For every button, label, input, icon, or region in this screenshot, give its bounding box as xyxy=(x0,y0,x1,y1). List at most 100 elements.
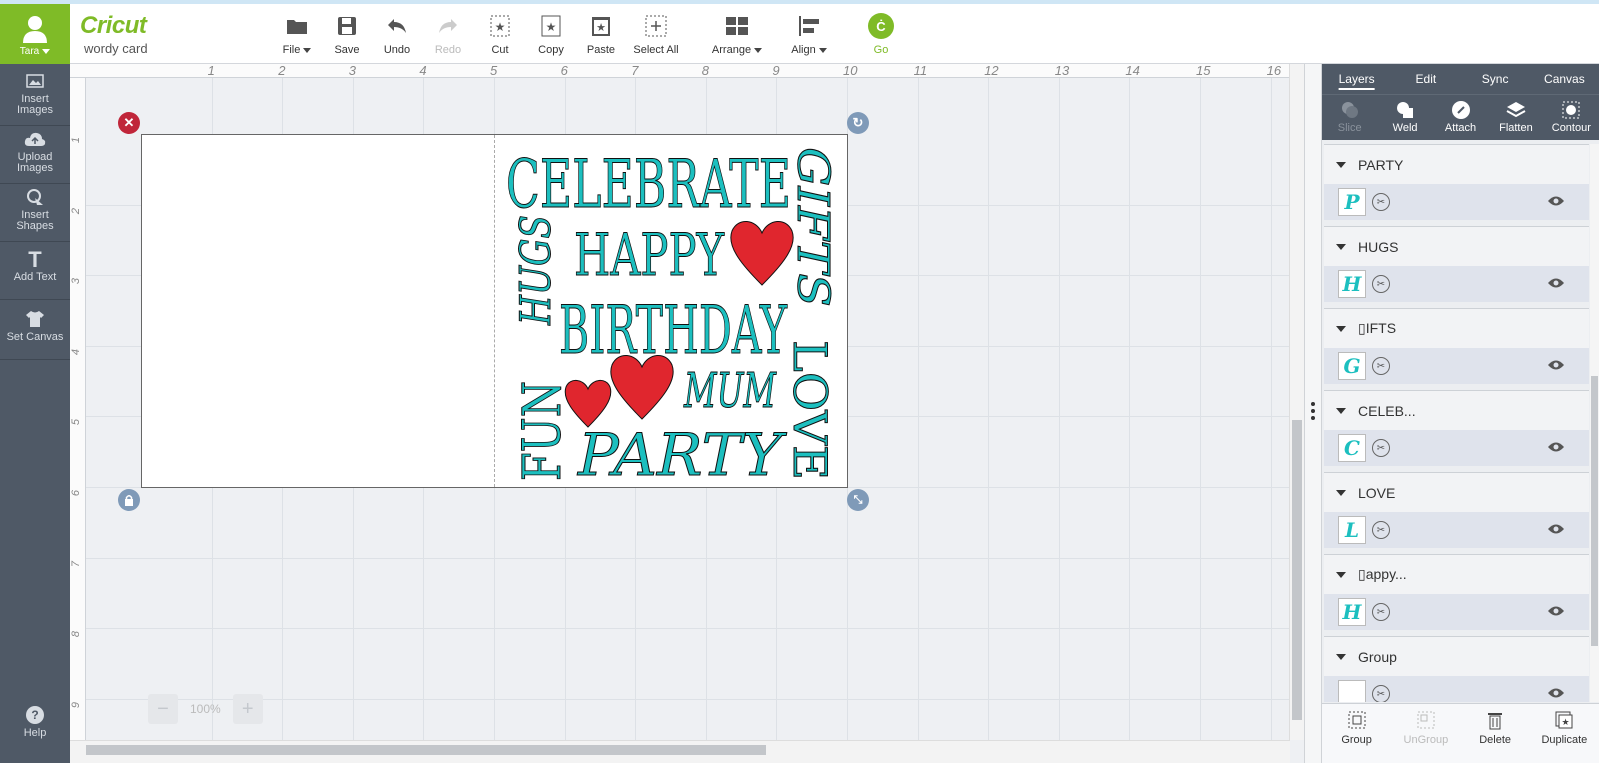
zoom-level: 100% xyxy=(190,702,221,716)
grid-line xyxy=(988,78,990,740)
eye-icon[interactable] xyxy=(1547,605,1565,617)
delete-handle[interactable]: ✕ xyxy=(118,112,140,134)
scroll-thumb[interactable] xyxy=(1591,376,1598,646)
word-celebrate[interactable]: CELEBRATE xyxy=(506,146,792,224)
slice-button[interactable]: Slice xyxy=(1322,95,1377,140)
word-art[interactable]: CELEBRATE HAPPY BIRTHDAY HUGS GIFTS LOVE… xyxy=(494,135,848,488)
tab-canvas[interactable]: Canvas xyxy=(1530,64,1599,94)
word-party[interactable]: PARTY xyxy=(576,421,787,488)
undo-button[interactable]: Undo xyxy=(382,12,412,56)
layer-item[interactable]: Group ✂ xyxy=(1324,636,1589,702)
layer-thumbnail: P xyxy=(1338,188,1366,216)
word-love[interactable]: LOVE xyxy=(783,340,838,481)
cut-setting-icon[interactable]: ✂ xyxy=(1372,603,1390,621)
layer-item[interactable]: LOVE L ✂ xyxy=(1324,472,1589,554)
collapse-icon[interactable] xyxy=(1336,571,1346,578)
cut-button[interactable]: ★ Cut xyxy=(488,12,512,56)
user-menu[interactable]: Tara xyxy=(0,4,70,64)
delete-button[interactable]: Delete xyxy=(1461,704,1530,763)
cut-setting-icon[interactable]: ✂ xyxy=(1372,685,1390,702)
cut-setting-icon[interactable]: ✂ xyxy=(1372,521,1390,539)
scroll-thumb[interactable] xyxy=(1292,420,1302,720)
ruler-tick-label: 6 xyxy=(560,64,568,78)
card-design[interactable]: CELEBRATE HAPPY BIRTHDAY HUGS GIFTS LOVE… xyxy=(141,134,848,488)
select-all-label: Select All xyxy=(633,44,679,56)
collapse-icon[interactable] xyxy=(1336,243,1346,250)
flatten-button[interactable]: Flatten xyxy=(1488,95,1543,140)
copy-button[interactable]: ★ Copy xyxy=(536,12,566,56)
arrange-icon xyxy=(726,17,748,35)
cut-setting-icon[interactable]: ✂ xyxy=(1372,193,1390,211)
tab-sync[interactable]: Sync xyxy=(1461,64,1530,94)
eye-icon[interactable] xyxy=(1547,359,1565,371)
word-mum[interactable]: MUM xyxy=(683,363,778,420)
cut-setting-icon[interactable]: ✂ xyxy=(1372,439,1390,457)
panel-splitter[interactable] xyxy=(1304,64,1322,763)
rotate-handle[interactable]: ↻ xyxy=(847,112,869,134)
cut-setting-icon[interactable]: ✂ xyxy=(1372,275,1390,293)
eye-icon[interactable] xyxy=(1547,523,1565,535)
collapse-icon[interactable] xyxy=(1336,407,1346,414)
user-icon xyxy=(23,16,47,43)
layer-thumbnail xyxy=(1338,680,1366,702)
insert-images-label-2: Images xyxy=(16,104,54,116)
word-fun[interactable]: FUN xyxy=(513,381,574,482)
zoom-in-button[interactable]: + xyxy=(232,694,263,724)
word-hugs[interactable]: HUGS xyxy=(511,215,561,327)
file-menu-button[interactable]: File xyxy=(280,12,314,56)
arrange-menu-button[interactable]: Arrange xyxy=(710,12,764,56)
add-text-button[interactable]: T Add Text xyxy=(0,244,70,300)
weld-button[interactable]: Weld xyxy=(1377,95,1432,140)
select-all-button[interactable]: Select All xyxy=(631,12,681,56)
layer-item[interactable]: HUGS H ✂ xyxy=(1324,226,1589,308)
cut-setting-icon[interactable]: ✂ xyxy=(1372,357,1390,375)
contour-button[interactable]: Contour xyxy=(1544,95,1599,140)
collapse-icon[interactable] xyxy=(1336,161,1346,168)
left-ruler: 1 2 3 4 5 6 7 8 9 xyxy=(70,78,86,740)
layer-item[interactable]: ▯appy... H ✂ xyxy=(1324,554,1589,636)
attach-button[interactable]: Attach xyxy=(1433,95,1488,140)
ruler-tick-label: 9 xyxy=(70,701,83,708)
insert-shapes-button[interactable]: Insert Shapes xyxy=(0,186,70,242)
canvas-vertical-scrollbar[interactable] xyxy=(1289,64,1304,740)
word-gifts[interactable]: GIFTS xyxy=(787,147,839,308)
collapse-icon[interactable] xyxy=(1336,489,1346,496)
redo-button[interactable]: Redo xyxy=(433,12,463,56)
layer-item[interactable]: ▯IFTS G ✂ xyxy=(1324,308,1589,390)
zoom-out-button[interactable]: − xyxy=(148,694,178,724)
ungroup-button[interactable]: UnGroup xyxy=(1391,704,1460,763)
set-canvas-button[interactable]: Set Canvas xyxy=(0,304,70,360)
panel-tabs: Layers Edit Sync Canvas xyxy=(1322,64,1599,94)
eye-icon[interactable] xyxy=(1547,195,1565,207)
heart-large[interactable] xyxy=(730,221,794,286)
design-canvas[interactable]: 1234567891011121314151617 123456789 CELE… xyxy=(70,64,1304,740)
eye-icon[interactable] xyxy=(1547,277,1565,289)
align-menu-button[interactable]: Align xyxy=(788,12,830,56)
collapse-icon[interactable] xyxy=(1336,653,1346,660)
tab-layers[interactable]: Layers xyxy=(1322,64,1391,94)
canvas-horizontal-scrollbar[interactable] xyxy=(70,740,1290,763)
close-icon: ✕ xyxy=(123,115,135,130)
redo-label: Redo xyxy=(434,44,462,56)
eye-icon[interactable] xyxy=(1547,441,1565,453)
layers-scrollbar[interactable] xyxy=(1590,144,1599,702)
lock-handle[interactable] xyxy=(118,489,140,511)
layer-item[interactable]: CELEB... C ✂ xyxy=(1324,390,1589,472)
save-button[interactable]: Save xyxy=(332,12,362,56)
scroll-thumb[interactable] xyxy=(86,745,766,755)
upload-images-button[interactable]: Upload Images xyxy=(0,128,70,184)
collapse-icon[interactable] xyxy=(1336,325,1346,332)
duplicate-button[interactable]: ★ Duplicate xyxy=(1530,704,1599,763)
tab-edit[interactable]: Edit xyxy=(1391,64,1460,94)
word-birthday[interactable]: BIRTHDAY xyxy=(559,292,789,370)
group-button[interactable]: Group xyxy=(1322,704,1391,763)
layer-item[interactable]: PARTY P ✂ xyxy=(1324,144,1589,226)
go-button[interactable]: Ċ Go xyxy=(866,12,896,56)
help-button[interactable]: ? Help xyxy=(0,704,70,752)
word-happy[interactable]: HAPPY xyxy=(574,221,726,290)
eye-icon[interactable] xyxy=(1547,687,1565,699)
ruler-tick-label: 1 xyxy=(207,64,215,78)
resize-handle[interactable]: ⤡ xyxy=(847,489,869,511)
paste-button[interactable]: ★ Paste xyxy=(586,12,616,56)
insert-images-button[interactable]: Insert Images xyxy=(0,70,70,126)
